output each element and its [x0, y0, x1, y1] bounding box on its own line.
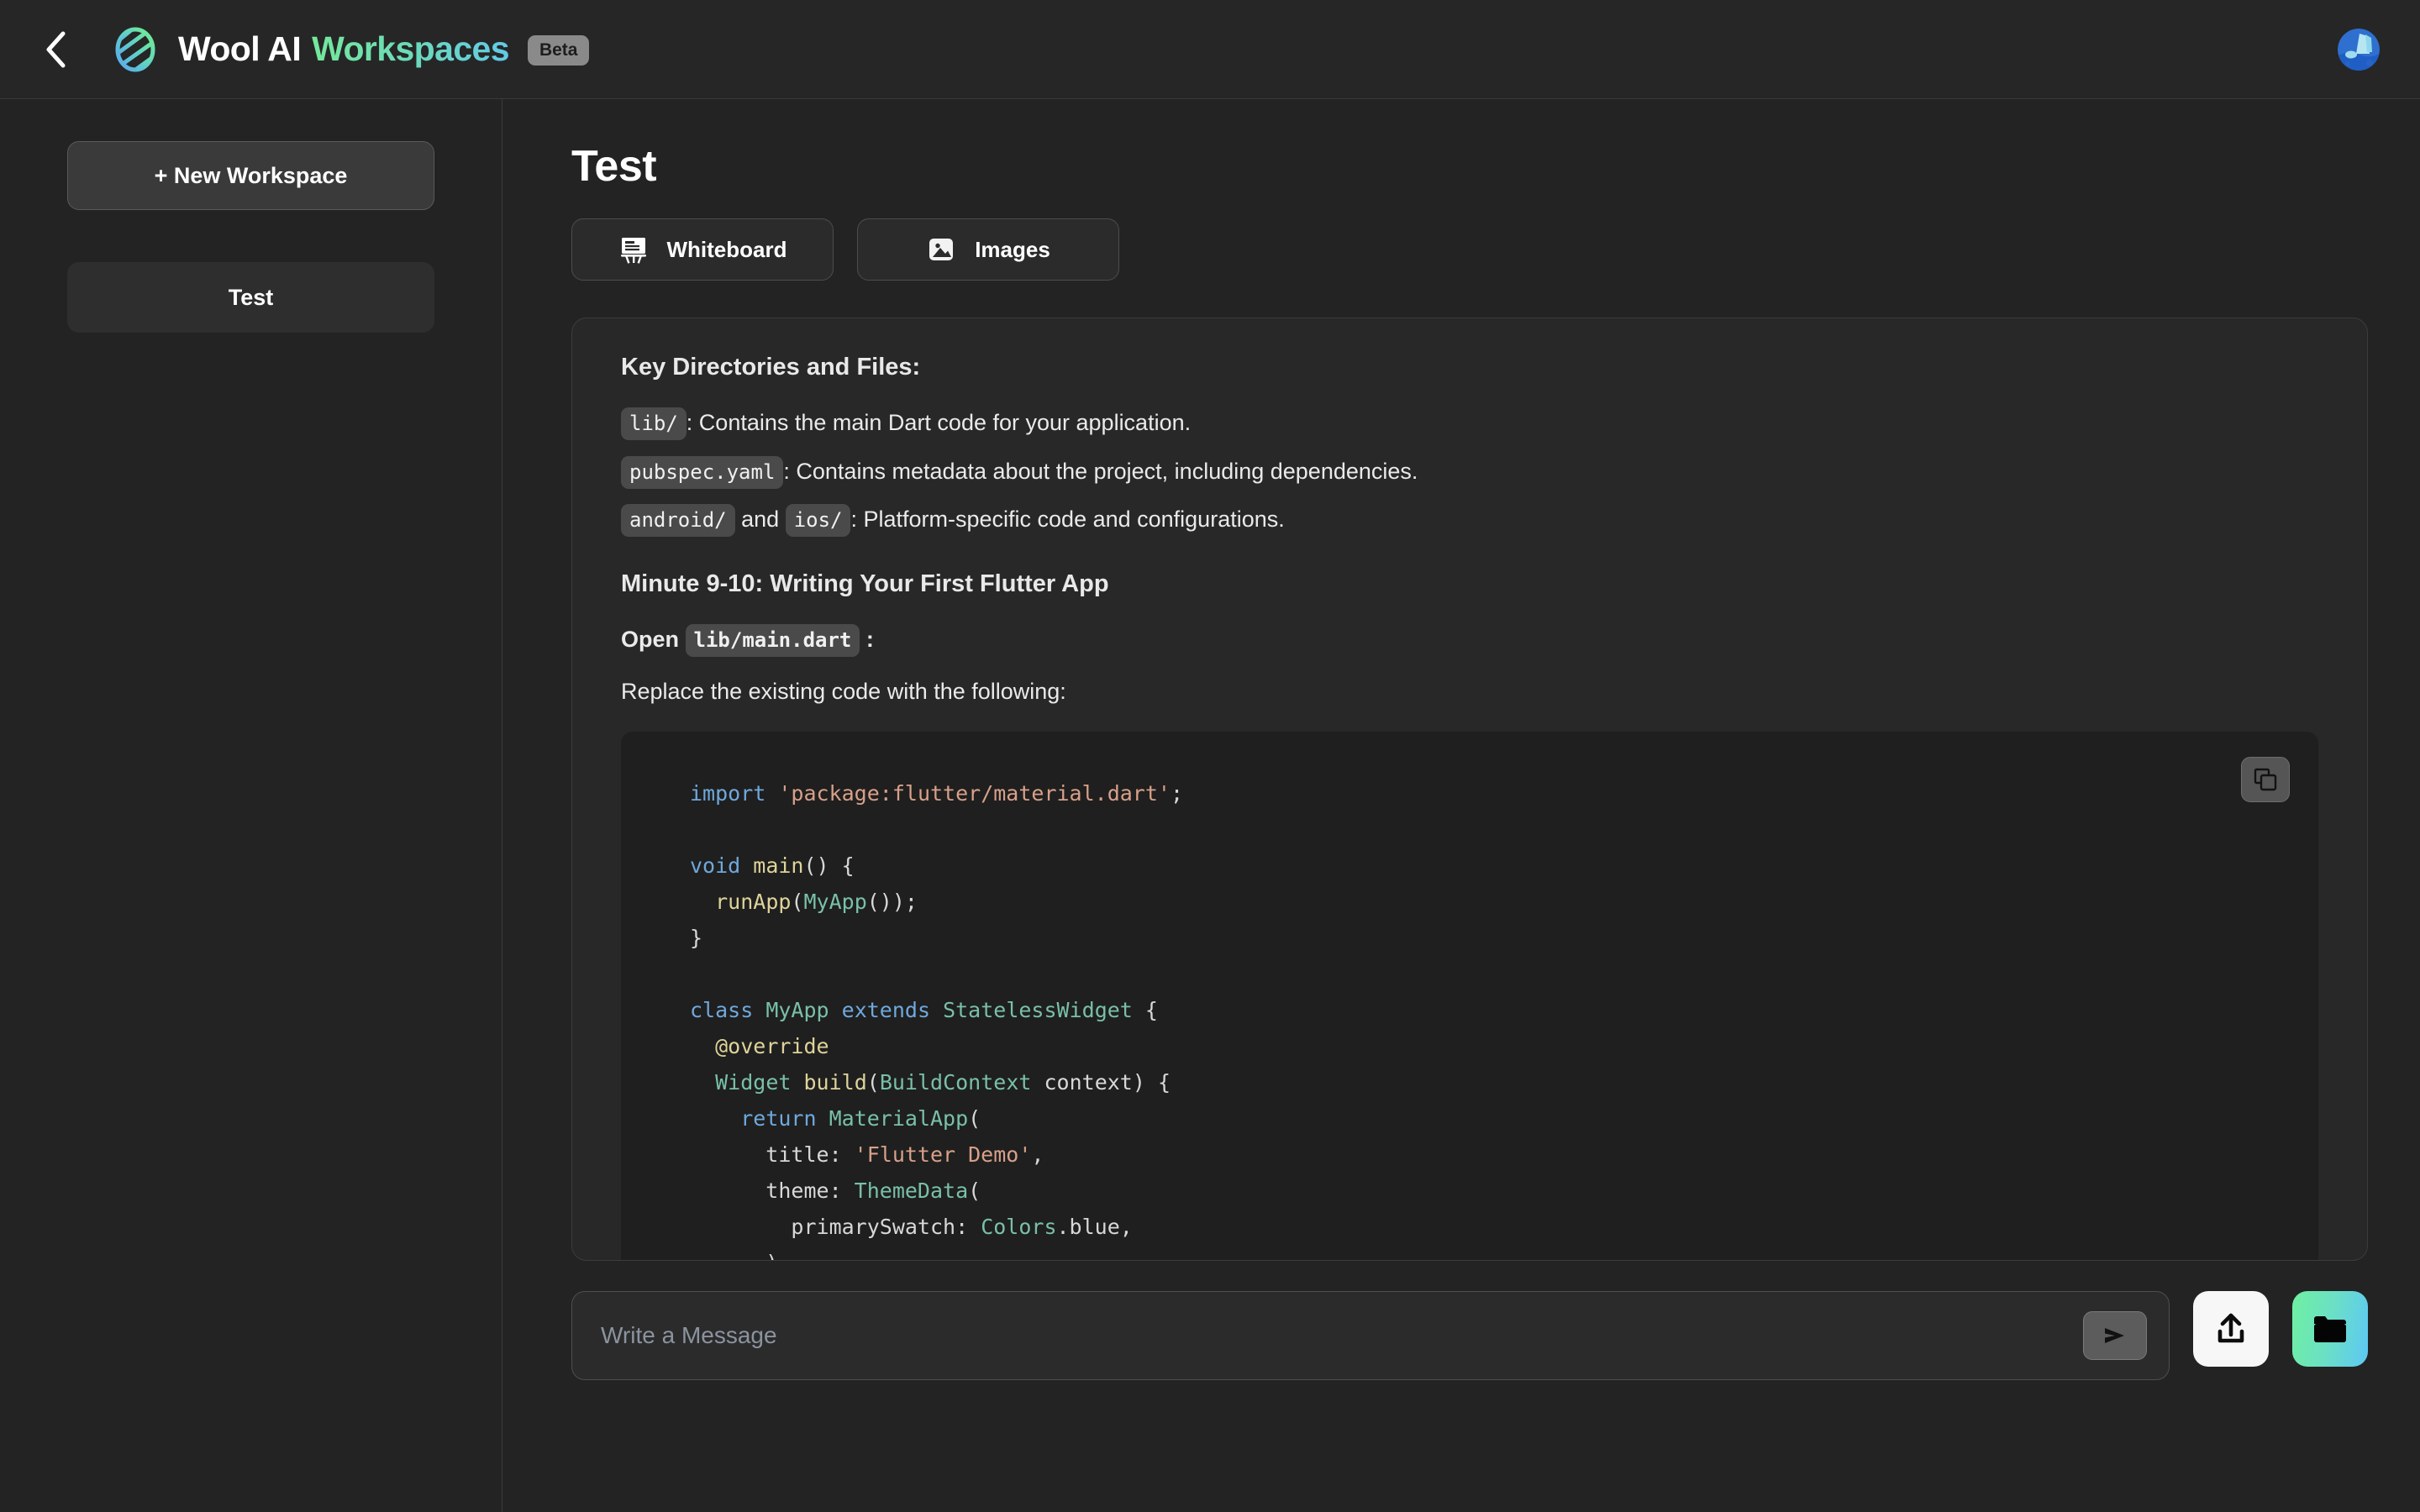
code-content: import 'package:flutter/material.dart'; …: [690, 781, 1184, 1260]
tab-whiteboard[interactable]: Whiteboard: [571, 218, 834, 281]
doc-platform-text: : Platform-specific code and configurati…: [850, 507, 1285, 533]
view-tabs: Whiteboard Images: [571, 218, 2368, 281]
sidebar: + New Workspace Test: [0, 99, 502, 1512]
app-header: Wool AI Workspaces Beta: [0, 0, 2420, 99]
copy-code-button[interactable]: [2241, 757, 2290, 803]
doc-bullet-platform: android/ and ios/: Platform-specific cod…: [621, 504, 2318, 538]
doc-heading-minute: Minute 9-10: Writing Your First Flutter …: [621, 570, 1109, 597]
upload-button[interactable]: [2193, 1291, 2269, 1367]
workspace-list: Test: [67, 262, 434, 333]
doc-bullet-lib-text: : Contains the main Dart code for your a…: [686, 410, 1192, 435]
user-avatar-icon: [2338, 28, 2380, 71]
inline-code-lib: lib/: [621, 407, 687, 440]
inline-code-ios: ios/: [785, 504, 851, 538]
main-content: Test Whiteboard Images Key Directories a…: [502, 99, 2420, 1512]
chevron-left-icon: [46, 31, 66, 67]
doc-open-line: Open lib/main.dart :: [621, 623, 2318, 657]
inline-code-main-dart: lib/main.dart: [685, 623, 860, 657]
avatar[interactable]: [2338, 28, 2380, 71]
document-body: Key Directories and Files: lib/: Contain…: [621, 354, 2318, 1260]
folder-button[interactable]: [2292, 1291, 2368, 1367]
inline-code-pubspec: pubspec.yaml: [621, 455, 784, 489]
code-block: import 'package:flutter/material.dart'; …: [621, 732, 2318, 1260]
app-body: + New Workspace Test Test Whiteboard Ima…: [0, 99, 2420, 1512]
inline-code-android: android/: [621, 504, 735, 538]
composer: Write a Message: [571, 1291, 2368, 1380]
doc-bullet-pubspec-text: : Contains metadata about the project, i…: [783, 458, 1418, 484]
brand-title: Wool AI Workspaces: [178, 29, 510, 69]
beta-badge: Beta: [527, 34, 590, 66]
brand-primary: Wool AI: [178, 29, 302, 68]
doc-open-prefix: Open: [621, 626, 680, 652]
message-input[interactable]: Write a Message: [571, 1291, 2170, 1380]
send-arrow-icon: [2105, 1328, 2124, 1343]
doc-platform-joiner: [735, 507, 742, 532]
doc-replace-line: Replace the existing code with the follo…: [621, 678, 1066, 704]
send-button[interactable]: [2083, 1311, 2147, 1360]
doc-bullet-pubspec: pubspec.yaml: Contains metadata about th…: [621, 455, 2318, 489]
doc-platform-and: and: [741, 507, 780, 533]
tab-whiteboard-label: Whiteboard: [666, 236, 787, 262]
page-title: Test: [571, 142, 657, 191]
sidebar-item-test[interactable]: Test: [67, 262, 434, 333]
whiteboard-easel-icon: [618, 234, 649, 265]
doc-heading-key-directories: Key Directories and Files:: [621, 354, 921, 381]
new-workspace-button[interactable]: + New Workspace: [67, 141, 434, 210]
wool-logo-icon: [111, 25, 160, 74]
back-button[interactable]: [34, 27, 79, 72]
doc-bullet-lib: lib/: Contains the main Dart code for yo…: [621, 407, 2318, 440]
image-picture-icon: [926, 234, 956, 265]
brand-accent: Workspaces: [312, 29, 509, 68]
upload-icon: [2217, 1313, 2244, 1343]
tab-images[interactable]: Images: [857, 218, 1119, 281]
folder-icon: [2314, 1316, 2346, 1342]
message-placeholder: Write a Message: [601, 1322, 777, 1348]
doc-open-suffix: :: [865, 626, 874, 652]
copy-icon: [2254, 768, 2277, 791]
content-card: Key Directories and Files: lib/: Contain…: [571, 318, 2368, 1261]
tab-images-label: Images: [975, 236, 1050, 262]
